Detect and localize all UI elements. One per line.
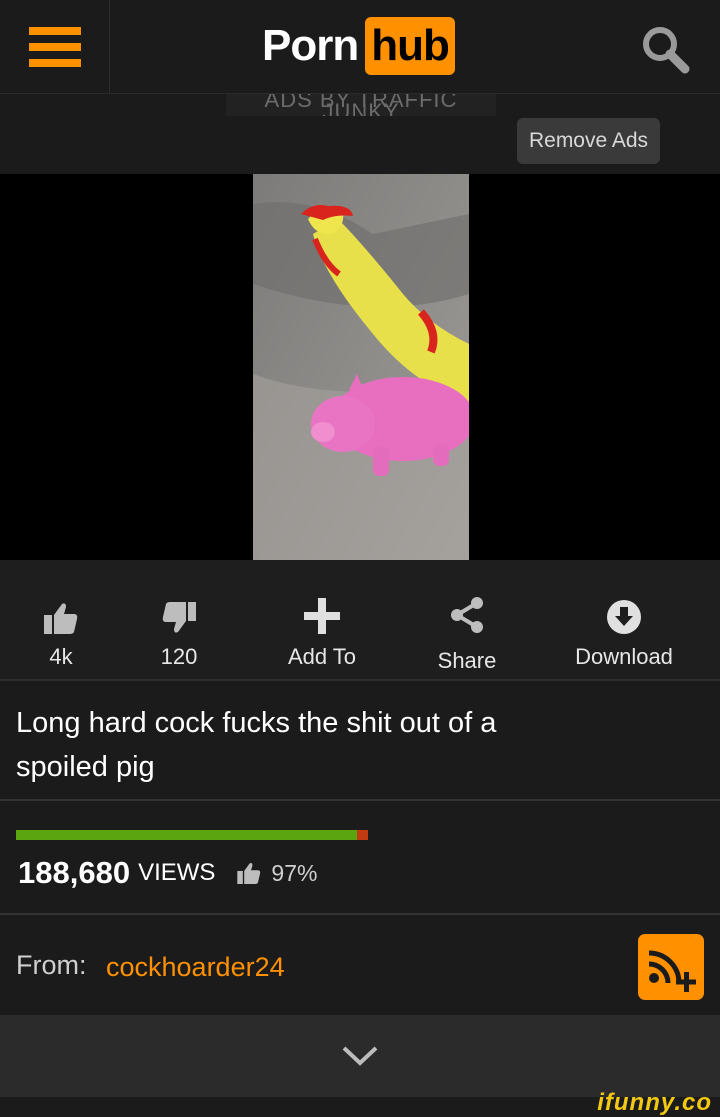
video-title-section: Long hard cock fucks the shit out of a s…	[0, 683, 720, 801]
from-label: From:	[16, 950, 87, 980]
add-to-button[interactable]: Add To	[272, 560, 372, 681]
menu-button[interactable]	[0, 0, 110, 94]
ad-area: ADS BY TRAFFIC JUNKY Remove Ads	[0, 94, 720, 174]
thumbs-down-icon	[162, 602, 196, 633]
rating-bar-fill	[16, 830, 358, 840]
add-to-label: Add To	[287, 644, 357, 669]
thumbs-up-icon	[44, 603, 78, 634]
share-icon	[451, 597, 483, 633]
logo-text-primary: Porn	[262, 21, 359, 70]
download-button[interactable]: Download	[564, 560, 684, 681]
search-button[interactable]	[638, 22, 694, 78]
video-player[interactable]	[0, 174, 720, 560]
views-count: 188,680	[18, 855, 131, 890]
action-bar: 4k 120 Add To Share Download	[0, 560, 720, 681]
watermark: ifunny.co	[597, 1089, 712, 1116]
download-label: Download	[575, 644, 673, 669]
views-label: VIEWS	[138, 859, 216, 886]
rating-bar	[16, 830, 368, 840]
remove-ads-button[interactable]: Remove Ads	[517, 118, 660, 164]
ad-label: ADS BY TRAFFIC JUNKY	[226, 94, 496, 116]
logo-text-badge: hub	[365, 17, 455, 75]
menu-icon	[28, 27, 81, 67]
thumbs-up-icon	[237, 862, 261, 884]
video-thumbnail	[253, 174, 469, 560]
download-icon	[607, 600, 641, 634]
subscribe-button[interactable]	[638, 934, 704, 1000]
expand-details-button[interactable]	[0, 1015, 720, 1097]
dislikes-count: 120	[160, 644, 198, 669]
like-button[interactable]: 4k	[30, 560, 92, 681]
channel-username-link[interactable]: cockhoarder24	[106, 952, 285, 983]
logo[interactable]: Porn hub	[262, 16, 455, 76]
header: Porn hub	[0, 0, 720, 94]
search-icon	[643, 27, 690, 74]
share-button[interactable]: Share	[420, 560, 514, 681]
dislike-button[interactable]: 120	[148, 560, 210, 681]
chevron-down-icon	[342, 1046, 378, 1066]
video-title: Long hard cock fucks the shit out of a s…	[16, 707, 497, 783]
channel-row: From: cockhoarder24	[0, 917, 720, 1015]
plus-icon	[304, 598, 340, 634]
video-stats: 188,680 VIEWS 97%	[0, 803, 720, 915]
rss-subscribe-icon	[648, 950, 696, 992]
share-label: Share	[437, 648, 497, 673]
likes-count: 4k	[49, 644, 73, 669]
rating-percent: 97%	[271, 859, 318, 886]
views-row: 188,680 VIEWS 97%	[18, 855, 317, 891]
